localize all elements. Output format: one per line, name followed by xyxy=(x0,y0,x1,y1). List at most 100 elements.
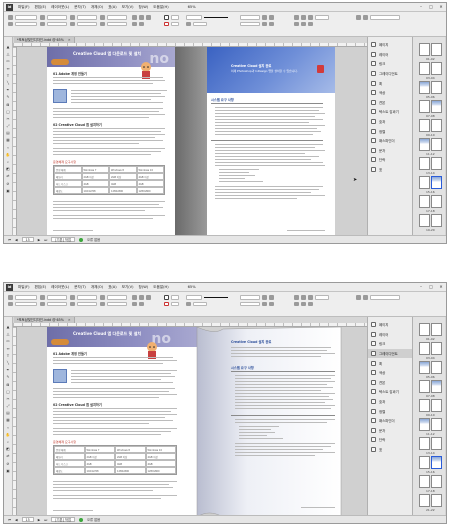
y-field[interactable] xyxy=(15,301,37,306)
page-tool-icon[interactable]: ▭ xyxy=(6,339,11,343)
pen-tool-icon[interactable]: ✒ xyxy=(6,88,11,92)
pen-tool-icon[interactable]: ✒ xyxy=(6,368,11,372)
maximize-button[interactable]: □ xyxy=(428,284,434,289)
workspace-icon[interactable] xyxy=(356,15,361,20)
stroke-swatch-icon[interactable] xyxy=(164,21,169,26)
line-tool-icon[interactable]: ╲ xyxy=(6,81,11,85)
menu-help[interactable]: 도움말(H) xyxy=(153,5,168,10)
page-thumb[interactable] xyxy=(431,43,442,56)
shear-field[interactable] xyxy=(107,21,127,26)
page-tool-icon[interactable]: ▭ xyxy=(6,59,11,63)
page-thumb[interactable] xyxy=(431,361,442,374)
prev-page-icon[interactable]: ◀ xyxy=(15,518,18,522)
first-page-icon[interactable]: ⏮ xyxy=(8,518,11,522)
page-thumb[interactable] xyxy=(431,437,442,450)
zoom-tool-icon[interactable]: ⌕ xyxy=(6,440,11,444)
width-field[interactable] xyxy=(47,295,67,300)
page-thumb[interactable] xyxy=(419,157,430,170)
type-tool-icon[interactable]: T xyxy=(6,354,11,358)
rect-frame-tool-icon[interactable]: ⊠ xyxy=(6,383,11,387)
select-container-icon[interactable] xyxy=(132,301,137,306)
scale-x-field[interactable] xyxy=(77,15,97,20)
flip-v-icon[interactable] xyxy=(139,295,144,300)
page-number-field[interactable]: 15 xyxy=(21,237,34,242)
page-thumb[interactable] xyxy=(419,361,430,374)
right-page[interactable]: Creative Cloud 설치 완료 이제 Photoshop과 InDes… xyxy=(207,47,335,237)
apply-none-icon[interactable]: ⊘ xyxy=(6,462,11,466)
shear-field[interactable] xyxy=(107,301,127,306)
page-thumb[interactable] xyxy=(431,418,442,431)
rect-tool-icon[interactable]: □ xyxy=(6,110,11,114)
gap-tool-icon[interactable]: ↔ xyxy=(6,347,11,351)
align-right-icon[interactable] xyxy=(308,295,313,300)
flip-h-icon[interactable] xyxy=(132,15,137,20)
fx-icon[interactable] xyxy=(186,21,191,26)
gap-tool-icon[interactable]: ↔ xyxy=(6,67,11,71)
screen-mode-icon[interactable]: ▣ xyxy=(6,469,11,473)
wrap-around-icon[interactable] xyxy=(269,295,274,300)
publish-icon[interactable] xyxy=(363,15,368,20)
x-field[interactable] xyxy=(15,15,37,20)
page-thumb[interactable] xyxy=(419,342,430,355)
selection-tool-icon[interactable]: ▲ xyxy=(6,325,11,329)
wrap-icon[interactable] xyxy=(262,295,267,300)
wrap-icon[interactable] xyxy=(262,15,267,20)
page-thumb[interactable] xyxy=(419,214,430,227)
panel-pathfinder[interactable]: 패스파인더 xyxy=(368,416,412,426)
fill-stroke-icon[interactable]: ◩ xyxy=(6,447,11,451)
align-left-icon[interactable] xyxy=(294,15,299,20)
pasteboard[interactable]: Creative Cloud 앱 다운로드 및 설치 no 01 Adobe 계… xyxy=(13,43,367,237)
align-middle-icon[interactable] xyxy=(301,21,306,26)
pages-scrollbar[interactable] xyxy=(445,37,446,237)
search-field[interactable] xyxy=(370,15,400,20)
panel-align[interactable]: 정렬 xyxy=(368,406,412,416)
menu-file[interactable]: 파일(F) xyxy=(18,285,29,290)
page-thumb[interactable] xyxy=(419,43,430,56)
rect-tool-icon[interactable]: □ xyxy=(6,390,11,394)
page-thumb[interactable] xyxy=(431,119,442,132)
page-name-field[interactable]: [기본] 작업 xyxy=(51,517,75,522)
transform-tool-icon[interactable]: ⤢ xyxy=(6,124,11,128)
align-right-icon[interactable] xyxy=(308,15,313,20)
select-container-icon[interactable] xyxy=(132,21,137,26)
tab-close-icon[interactable]: ✕ xyxy=(68,38,71,42)
selection-tool-icon[interactable]: ▲ xyxy=(6,45,11,49)
fit-frame-icon[interactable] xyxy=(262,301,267,306)
page-thumb[interactable] xyxy=(431,157,442,170)
width-field[interactable] xyxy=(47,15,67,20)
scale-y-field[interactable] xyxy=(77,21,97,26)
page-number-field[interactable]: 15 xyxy=(21,517,34,522)
left-page[interactable]: Creative Cloud 앱 다운로드 및 설치 no 01 Adobe 계… xyxy=(47,47,175,237)
page-thumb[interactable] xyxy=(419,100,430,113)
fit-frame-icon[interactable] xyxy=(262,21,267,26)
stroke-dropdown[interactable] xyxy=(171,301,179,306)
align-center-icon[interactable] xyxy=(301,15,306,20)
menu-object[interactable]: 개체(O) xyxy=(91,5,103,10)
direct-selection-tool-icon[interactable]: △ xyxy=(6,332,11,336)
stroke-type-line[interactable] xyxy=(204,296,228,298)
swap-icon[interactable]: ⇄ xyxy=(6,454,11,458)
page-thumb[interactable] xyxy=(419,323,430,336)
panel-character[interactable]: 문자 xyxy=(368,146,412,156)
align-top-icon[interactable] xyxy=(294,301,299,306)
ref-height-field[interactable] xyxy=(240,301,260,306)
prev-page-icon[interactable]: ◀ xyxy=(15,238,18,242)
panel-table[interactable]: 표 xyxy=(368,165,412,175)
scissors-tool-icon[interactable]: ✂ xyxy=(6,117,11,121)
x-field[interactable] xyxy=(15,295,37,300)
page-thumb[interactable] xyxy=(431,342,442,355)
hand-tool-icon[interactable]: ✋ xyxy=(6,433,11,437)
stroke-dropdown[interactable] xyxy=(171,21,179,26)
page-thumb[interactable] xyxy=(431,195,442,208)
page-thumb[interactable] xyxy=(431,214,442,227)
menu-object[interactable]: 개체(O) xyxy=(91,285,103,290)
page-thumb[interactable] xyxy=(419,380,430,393)
apply-none-icon[interactable]: ⊘ xyxy=(6,182,11,186)
align-center-icon[interactable] xyxy=(301,295,306,300)
panel-gradient-active[interactable]: 그레이디언트 xyxy=(368,348,412,359)
page-thumb[interactable] xyxy=(419,119,430,132)
minimize-button[interactable]: – xyxy=(418,4,424,9)
note-tool-icon[interactable]: ▦ xyxy=(6,418,11,422)
menu-file[interactable]: 파일(F) xyxy=(18,5,29,10)
stroke-weight-field[interactable] xyxy=(186,295,202,300)
